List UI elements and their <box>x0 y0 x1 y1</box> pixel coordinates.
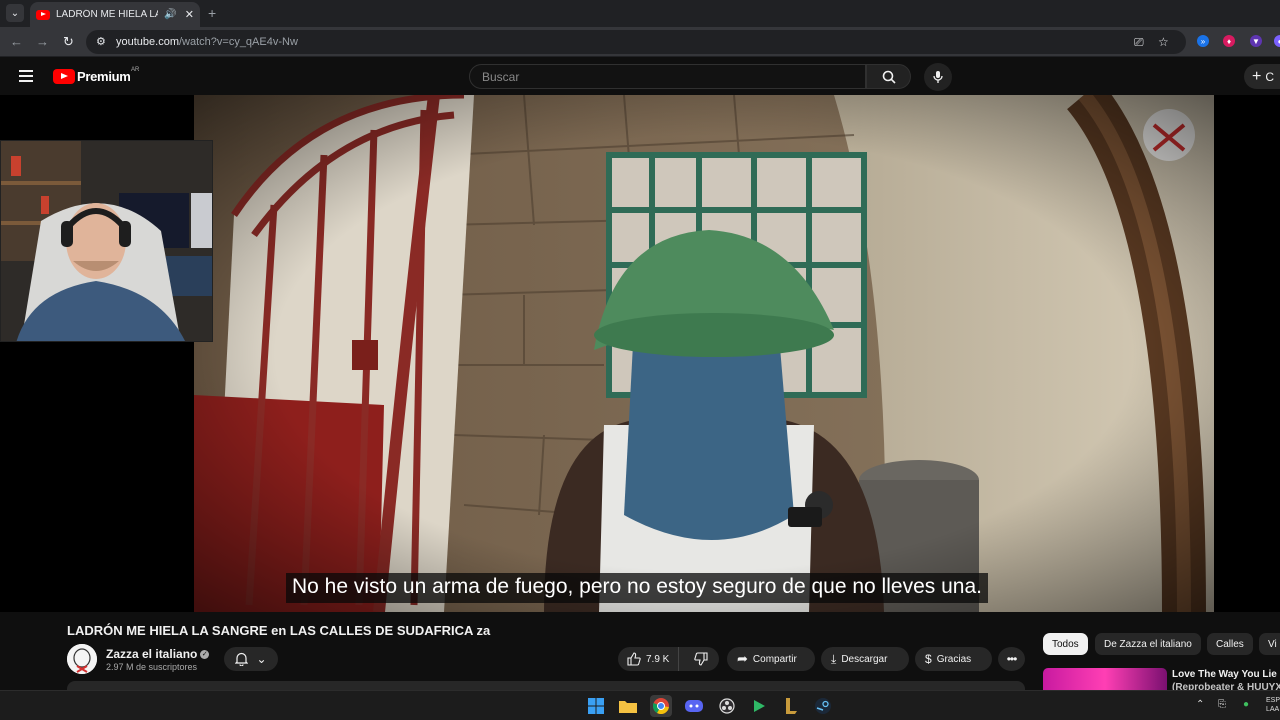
browser-tab-youtube[interactable]: LADRÓN ME HIELA LA SANGRE 🔊 ✕ <box>30 2 200 27</box>
tab-search-chevron-icon[interactable]: ⌄ <box>6 4 24 22</box>
extension-twitch-icon[interactable]: ▼ <box>1250 35 1262 47</box>
like-dislike-group: 7.9 K <box>618 647 719 671</box>
channel-avatar[interactable] <box>67 644 97 674</box>
video-title-text: LADRÓN ME HIELA LA SANGRE en LAS CALLES … <box>67 623 473 638</box>
subscription-bell-button[interactable]: ⌄ <box>224 647 278 671</box>
bookmark-star-icon[interactable]: ☆ <box>1158 35 1169 49</box>
tab-title: LADRÓN ME HIELA LA SANGRE <box>56 9 159 20</box>
chip-videos[interactable]: Vi <box>1259 633 1280 655</box>
video-title-suffix: za <box>476 623 491 638</box>
watch-metadata: LADRÓN ME HIELA LA SANGRE en LAS CALLES … <box>0 612 1280 693</box>
recommendation-title-line1: Love The Way You Lie <box>1172 669 1277 680</box>
chevron-down-icon: ⌄ <box>256 652 267 666</box>
install-app-icon[interactable]: ⎚ <box>1134 35 1144 50</box>
avatar-face-icon <box>67 644 97 674</box>
extension-shield-icon[interactable]: ♦ <box>1223 35 1235 47</box>
speaker-icon[interactable]: 🔊 <box>164 9 176 20</box>
discord-icon[interactable] <box>683 695 705 717</box>
forward-arrow-icon[interactable]: → <box>36 34 49 49</box>
download-icon: ⤓ <box>831 651 837 666</box>
youtube-header: Premium AR +C <box>0 57 1280 95</box>
extension-translate-icon[interactable]: » <box>1197 35 1209 47</box>
menu-icon[interactable] <box>19 70 33 82</box>
new-tab-icon[interactable]: + <box>208 5 216 21</box>
video-frame[interactable] <box>194 95 1214 612</box>
recommendation-thumbnail[interactable] <box>1043 668 1167 690</box>
webcam-scene <box>1 141 212 341</box>
super-thanks-icon: $ <box>925 652 932 666</box>
browser-toolbar: ← → ↻ ⚙ youtube.com/watch?v=cy_qAE4v-Nw … <box>0 27 1280 57</box>
video-subtitle: No he visto un arma de fuego, pero no es… <box>286 573 988 603</box>
share-button[interactable]: ➦ Compartir <box>727 647 815 671</box>
address-bar[interactable]: ⚙ youtube.com/watch?v=cy_qAE4v-Nw ⎚ ☆ <box>86 30 1186 54</box>
site-settings-icon[interactable]: ⚙ <box>96 35 106 48</box>
lang-line1: ESP <box>1266 697 1280 704</box>
youtube-favicon-icon <box>36 9 50 20</box>
share-label: Compartir <box>752 653 797 665</box>
input-language[interactable]: ESP LAA <box>1266 696 1280 714</box>
youtube-brand[interactable]: Premium <box>77 69 131 84</box>
back-arrow-icon[interactable]: ← <box>10 34 23 49</box>
microphone-tray-icon[interactable]: ● <box>1243 699 1249 710</box>
video-player[interactable]: No he visto un arma de fuego, pero no es… <box>0 95 1280 612</box>
download-label: Descargar <box>841 653 888 665</box>
file-explorer-icon[interactable] <box>617 695 639 717</box>
chrome-icon[interactable] <box>650 695 672 717</box>
extension-puzzle-icon[interactable]: ● <box>1274 35 1280 47</box>
country-code: AR <box>131 67 140 73</box>
create-button[interactable]: + C <box>1244 64 1280 89</box>
download-button[interactable]: ⤓ Descargar <box>821 647 909 671</box>
video-scene <box>194 95 1214 612</box>
more-actions-button[interactable]: ••• <box>998 647 1025 671</box>
thanks-button[interactable]: $ Gracias <box>915 647 992 671</box>
plus-icon: + <box>1252 67 1262 85</box>
create-label: C <box>1265 69 1275 84</box>
subscriber-count: 2.97 M de suscriptores <box>106 662 198 672</box>
thumbs-up-icon <box>627 652 641 666</box>
thanks-label: Gracias <box>936 653 972 665</box>
steam-icon[interactable] <box>812 695 834 717</box>
share-arrow-icon: ➦ <box>737 651 748 666</box>
search-input[interactable] <box>482 70 852 84</box>
media-player-icon[interactable] <box>748 695 770 717</box>
channel-name-text[interactable]: Zazza el italiano <box>106 647 197 661</box>
reload-icon[interactable]: ↻ <box>63 34 74 50</box>
browser-tab-strip: ⌄ LADRÓN ME HIELA LA SANGRE 🔊 ✕ + <box>0 0 1280 27</box>
dislike-button[interactable] <box>684 647 718 671</box>
windows-start-icon[interactable] <box>585 695 607 717</box>
tray-expand-icon[interactable]: ⌃ <box>1196 699 1204 710</box>
windows-taskbar: ⌃ ⎘ ● ESP LAA <box>0 690 1280 720</box>
youtube-logo-icon[interactable] <box>53 69 75 84</box>
verified-check-icon: ✓ <box>200 650 210 660</box>
obs-icon[interactable] <box>716 695 738 717</box>
description-box[interactable] <box>67 681 1025 690</box>
tab-close-icon[interactable]: ✕ <box>185 8 194 21</box>
like-count: 7.9 K <box>646 653 670 665</box>
microphone-icon <box>933 71 943 83</box>
webcam-overlay <box>0 140 213 342</box>
video-title: LADRÓN ME HIELA LA SANGRE en LAS CALLES … <box>67 623 490 638</box>
thumbs-down-icon <box>694 652 708 666</box>
like-button[interactable]: 7.9 K <box>618 647 680 671</box>
channel-name[interactable]: Zazza el italiano ✓ <box>106 647 210 661</box>
search-button[interactable] <box>866 64 911 89</box>
search-box[interactable] <box>469 64 866 89</box>
voice-search-button[interactable] <box>924 63 952 91</box>
network-icon[interactable]: ⎘ <box>1218 699 1226 710</box>
chip-streets[interactable]: Calles <box>1207 633 1253 655</box>
lang-line2: LAA <box>1266 706 1280 713</box>
chip-from-channel[interactable]: De Zazza el italiano <box>1095 633 1201 655</box>
league-client-icon[interactable] <box>780 695 802 717</box>
chip-all[interactable]: Todos <box>1043 633 1088 655</box>
search-icon <box>882 70 896 84</box>
url-text[interactable]: youtube.com/watch?v=cy_qAE4v-Nw <box>116 36 298 48</box>
bell-icon <box>235 652 249 666</box>
